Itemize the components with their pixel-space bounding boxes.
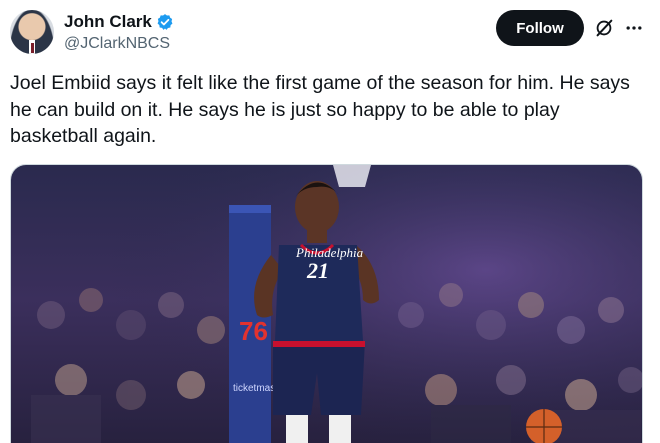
tweet-header: John Clark @JClarkNBCS Follow xyxy=(10,8,650,58)
sign-76: 76 xyxy=(239,316,268,346)
author-name-row: John Clark xyxy=(64,12,174,32)
author-display-name[interactable]: John Clark xyxy=(64,12,152,32)
jersey-team: Philadelphia xyxy=(295,245,364,260)
author-avatar[interactable] xyxy=(10,10,54,54)
tweet-media-photo[interactable]: 76 ticketmaster Philadelphia 21 xyxy=(10,164,643,443)
tweet-text: Joel Embiid says it felt like the first … xyxy=(10,72,630,147)
jersey-number: 21 xyxy=(306,258,329,283)
more-icon[interactable] xyxy=(621,15,647,41)
hoop-net xyxy=(333,165,371,187)
grok-icon[interactable] xyxy=(591,15,617,41)
author-handle[interactable]: @JClarkNBCS xyxy=(64,35,170,53)
verified-badge-icon xyxy=(156,13,174,31)
avatar-tie xyxy=(30,43,34,53)
follow-button[interactable]: Follow xyxy=(496,10,584,46)
